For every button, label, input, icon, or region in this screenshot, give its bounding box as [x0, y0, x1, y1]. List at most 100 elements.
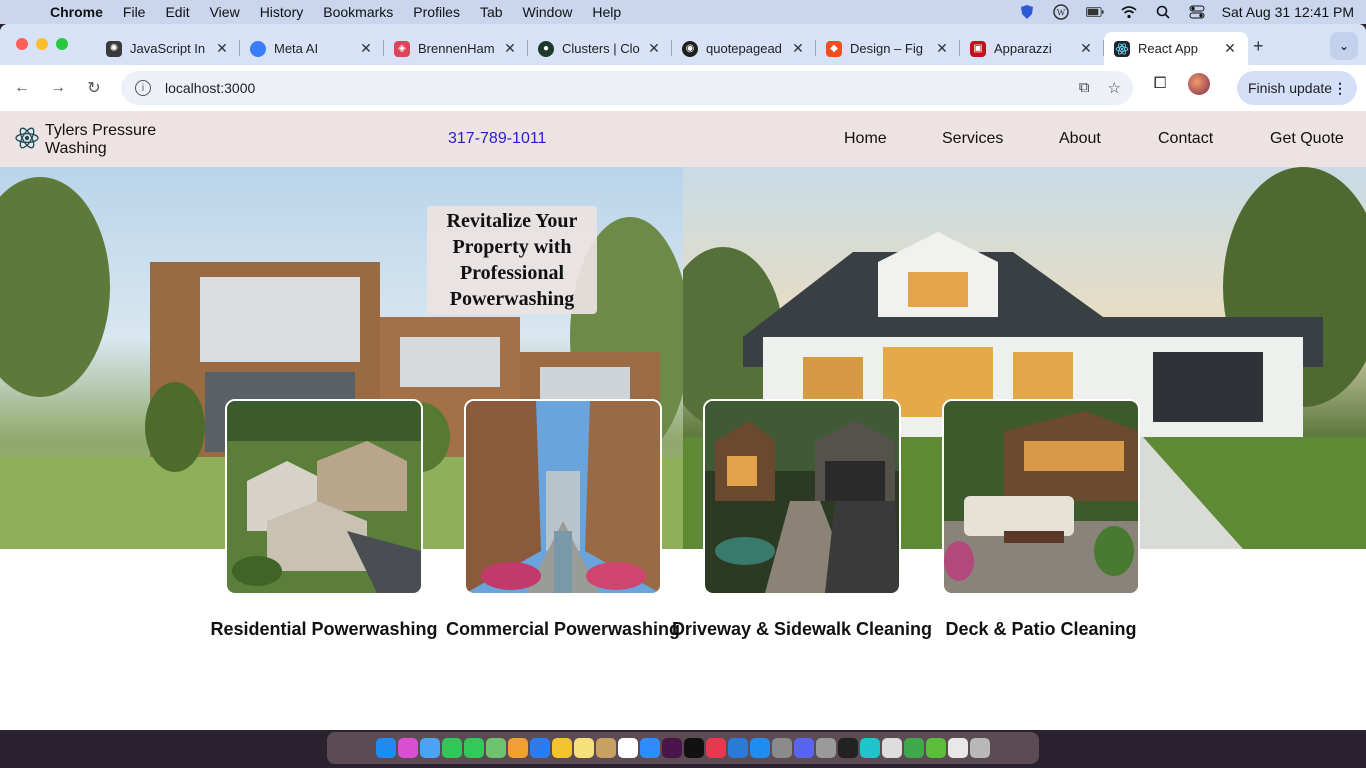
new-tab-icon[interactable]: + — [1253, 36, 1264, 57]
close-tab-icon[interactable]: ✕ — [790, 40, 806, 57]
chatgpt-favicon-icon: ✺ — [106, 40, 122, 57]
facetime-icon[interactable] — [442, 738, 462, 758]
back-arrow-icon[interactable]: ← — [4, 79, 40, 97]
github-favicon-icon: ◉ — [682, 40, 698, 57]
system-settings-icon[interactable] — [772, 738, 792, 758]
tab-brennenham[interactable]: ◈ BrennenHam ✕ — [384, 32, 528, 65]
tab-figma[interactable]: ◆ Design – Fig ✕ — [816, 32, 960, 65]
profile-avatar[interactable] — [1188, 73, 1210, 95]
close-window-button[interactable] — [16, 38, 28, 50]
more-menu-icon[interactable]: ⋮ — [1333, 80, 1347, 97]
menu-file[interactable]: File — [113, 4, 156, 20]
site-info-icon[interactable]: i — [135, 80, 151, 96]
nav-contact[interactable]: Contact — [1158, 130, 1213, 148]
shield-status-icon[interactable] — [1018, 4, 1036, 20]
maps-icon[interactable] — [486, 738, 506, 758]
notes-icon[interactable] — [574, 738, 594, 758]
terminal-icon[interactable] — [838, 738, 858, 758]
deck-photo[interactable] — [942, 399, 1140, 595]
nav-services[interactable]: Services — [942, 130, 1003, 148]
tab-quotepage[interactable]: ◉ quotepagead ✕ — [672, 32, 816, 65]
menu-view[interactable]: View — [200, 4, 250, 20]
menu-help[interactable]: Help — [582, 4, 631, 20]
react-logo-icon[interactable] — [14, 125, 40, 151]
url-text[interactable]: localhost:3000 — [165, 80, 255, 96]
service-card-deck[interactable]: Deck & Patio Cleaning — [942, 399, 1140, 639]
forward-arrow-icon[interactable]: → — [40, 79, 76, 97]
residential-photo[interactable] — [225, 399, 423, 595]
menu-app-name[interactable]: Chrome — [40, 4, 113, 20]
menu-tab[interactable]: Tab — [470, 4, 513, 20]
menu-window[interactable]: Window — [513, 4, 583, 20]
nav-about[interactable]: About — [1059, 130, 1101, 148]
safari-icon[interactable] — [530, 738, 550, 758]
service-card-residential[interactable]: Residential Powerwashing — [210, 399, 438, 639]
address-bar[interactable]: i localhost:3000 ⧉ ☆ — [121, 71, 1133, 105]
utorrent-icon[interactable] — [926, 738, 946, 758]
wifi-icon[interactable] — [1120, 4, 1138, 20]
phone-link[interactable]: 317-789-1011 — [448, 130, 546, 148]
driveway-photo[interactable] — [703, 399, 901, 595]
textedit-icon[interactable] — [882, 738, 902, 758]
archive-icon[interactable] — [596, 738, 616, 758]
slack-icon[interactable] — [662, 738, 682, 758]
tab-javascript[interactable]: ✺ JavaScript In ✕ — [96, 32, 240, 65]
mail-icon[interactable] — [420, 738, 440, 758]
tab-search-chevron-icon[interactable]: ⌄ — [1330, 32, 1358, 60]
spotlight-search-icon[interactable] — [1154, 4, 1172, 20]
canva-icon[interactable] — [860, 738, 880, 758]
app-store-icon[interactable] — [750, 738, 770, 758]
services-section: Residential Powerwashing Commercial Powe… — [0, 399, 1366, 730]
utility-icon[interactable] — [816, 738, 836, 758]
brennenham-favicon-icon: ◈ — [394, 40, 410, 57]
close-tab-icon[interactable]: ✕ — [1222, 40, 1238, 57]
close-tab-icon[interactable]: ✕ — [214, 40, 230, 57]
vscode-icon[interactable] — [728, 738, 748, 758]
commercial-photo[interactable] — [464, 399, 662, 595]
battery-icon[interactable] — [1085, 4, 1104, 20]
launchpad-icon[interactable] — [398, 738, 418, 758]
discord-icon[interactable] — [794, 738, 814, 758]
menu-history[interactable]: History — [250, 4, 314, 20]
fullscreen-window-button[interactable] — [56, 38, 68, 50]
calendar-icon[interactable] — [618, 738, 638, 758]
site-navbar: Tylers Pressure Washing 317-789-1011 Hom… — [0, 111, 1366, 167]
tab-apparazzi[interactable]: ▣ Apparazzi ✕ — [960, 32, 1104, 65]
site-brand[interactable]: Tylers Pressure Washing — [45, 122, 175, 158]
close-tab-icon[interactable]: ✕ — [1078, 40, 1094, 57]
bookmark-star-icon[interactable]: ☆ — [1108, 79, 1121, 97]
close-tab-icon[interactable]: ✕ — [646, 40, 662, 57]
menubar-clock[interactable]: Sat Aug 31 12:41 PM — [1222, 4, 1354, 20]
install-app-icon[interactable]: ⧉ — [1079, 79, 1090, 97]
zoom-icon[interactable] — [640, 738, 660, 758]
service-card-driveway[interactable]: Driveway & Sidewalk Cleaning — [672, 399, 932, 639]
tab-meta-ai[interactable]: Meta AI ✕ — [240, 32, 384, 65]
mongodb-compass-icon[interactable] — [904, 738, 924, 758]
extensions-puzzle-icon[interactable]: ⧠ — [1148, 75, 1172, 93]
close-tab-icon[interactable]: ✕ — [934, 40, 950, 57]
trash-icon[interactable] — [970, 738, 990, 758]
chrome-icon[interactable] — [552, 738, 572, 758]
messages-icon[interactable] — [464, 738, 484, 758]
nav-home[interactable]: Home — [844, 130, 887, 148]
menu-bookmarks[interactable]: Bookmarks — [313, 4, 403, 20]
news-icon[interactable] — [706, 738, 726, 758]
close-tab-icon[interactable]: ✕ — [358, 40, 374, 57]
apple-tv-icon[interactable] — [684, 738, 704, 758]
reload-icon[interactable]: ↻ — [76, 78, 112, 98]
menu-edit[interactable]: Edit — [155, 4, 199, 20]
close-tab-icon[interactable]: ✕ — [502, 40, 518, 57]
downloads-stack-icon[interactable] — [948, 738, 968, 758]
nav-get-quote[interactable]: Get Quote — [1270, 130, 1344, 148]
wordpress-status-icon[interactable]: W — [1052, 4, 1070, 20]
finish-update-button[interactable]: Finish update ⋮ — [1237, 71, 1357, 105]
tab-clusters[interactable]: ● Clusters | Clo ✕ — [528, 32, 672, 65]
photos-icon[interactable] — [508, 738, 528, 758]
finder-icon[interactable] — [376, 738, 396, 758]
service-card-commercial[interactable]: Commercial Powerwashing — [446, 399, 680, 639]
menu-profiles[interactable]: Profiles — [403, 4, 470, 20]
chrome-window: ✺ JavaScript In ✕ Meta AI ✕ ◈ BrennenHam… — [0, 24, 1366, 730]
control-center-icon[interactable] — [1188, 4, 1206, 20]
tab-react-app[interactable]: React App ✕ — [1104, 32, 1248, 65]
minimize-window-button[interactable] — [36, 38, 48, 50]
